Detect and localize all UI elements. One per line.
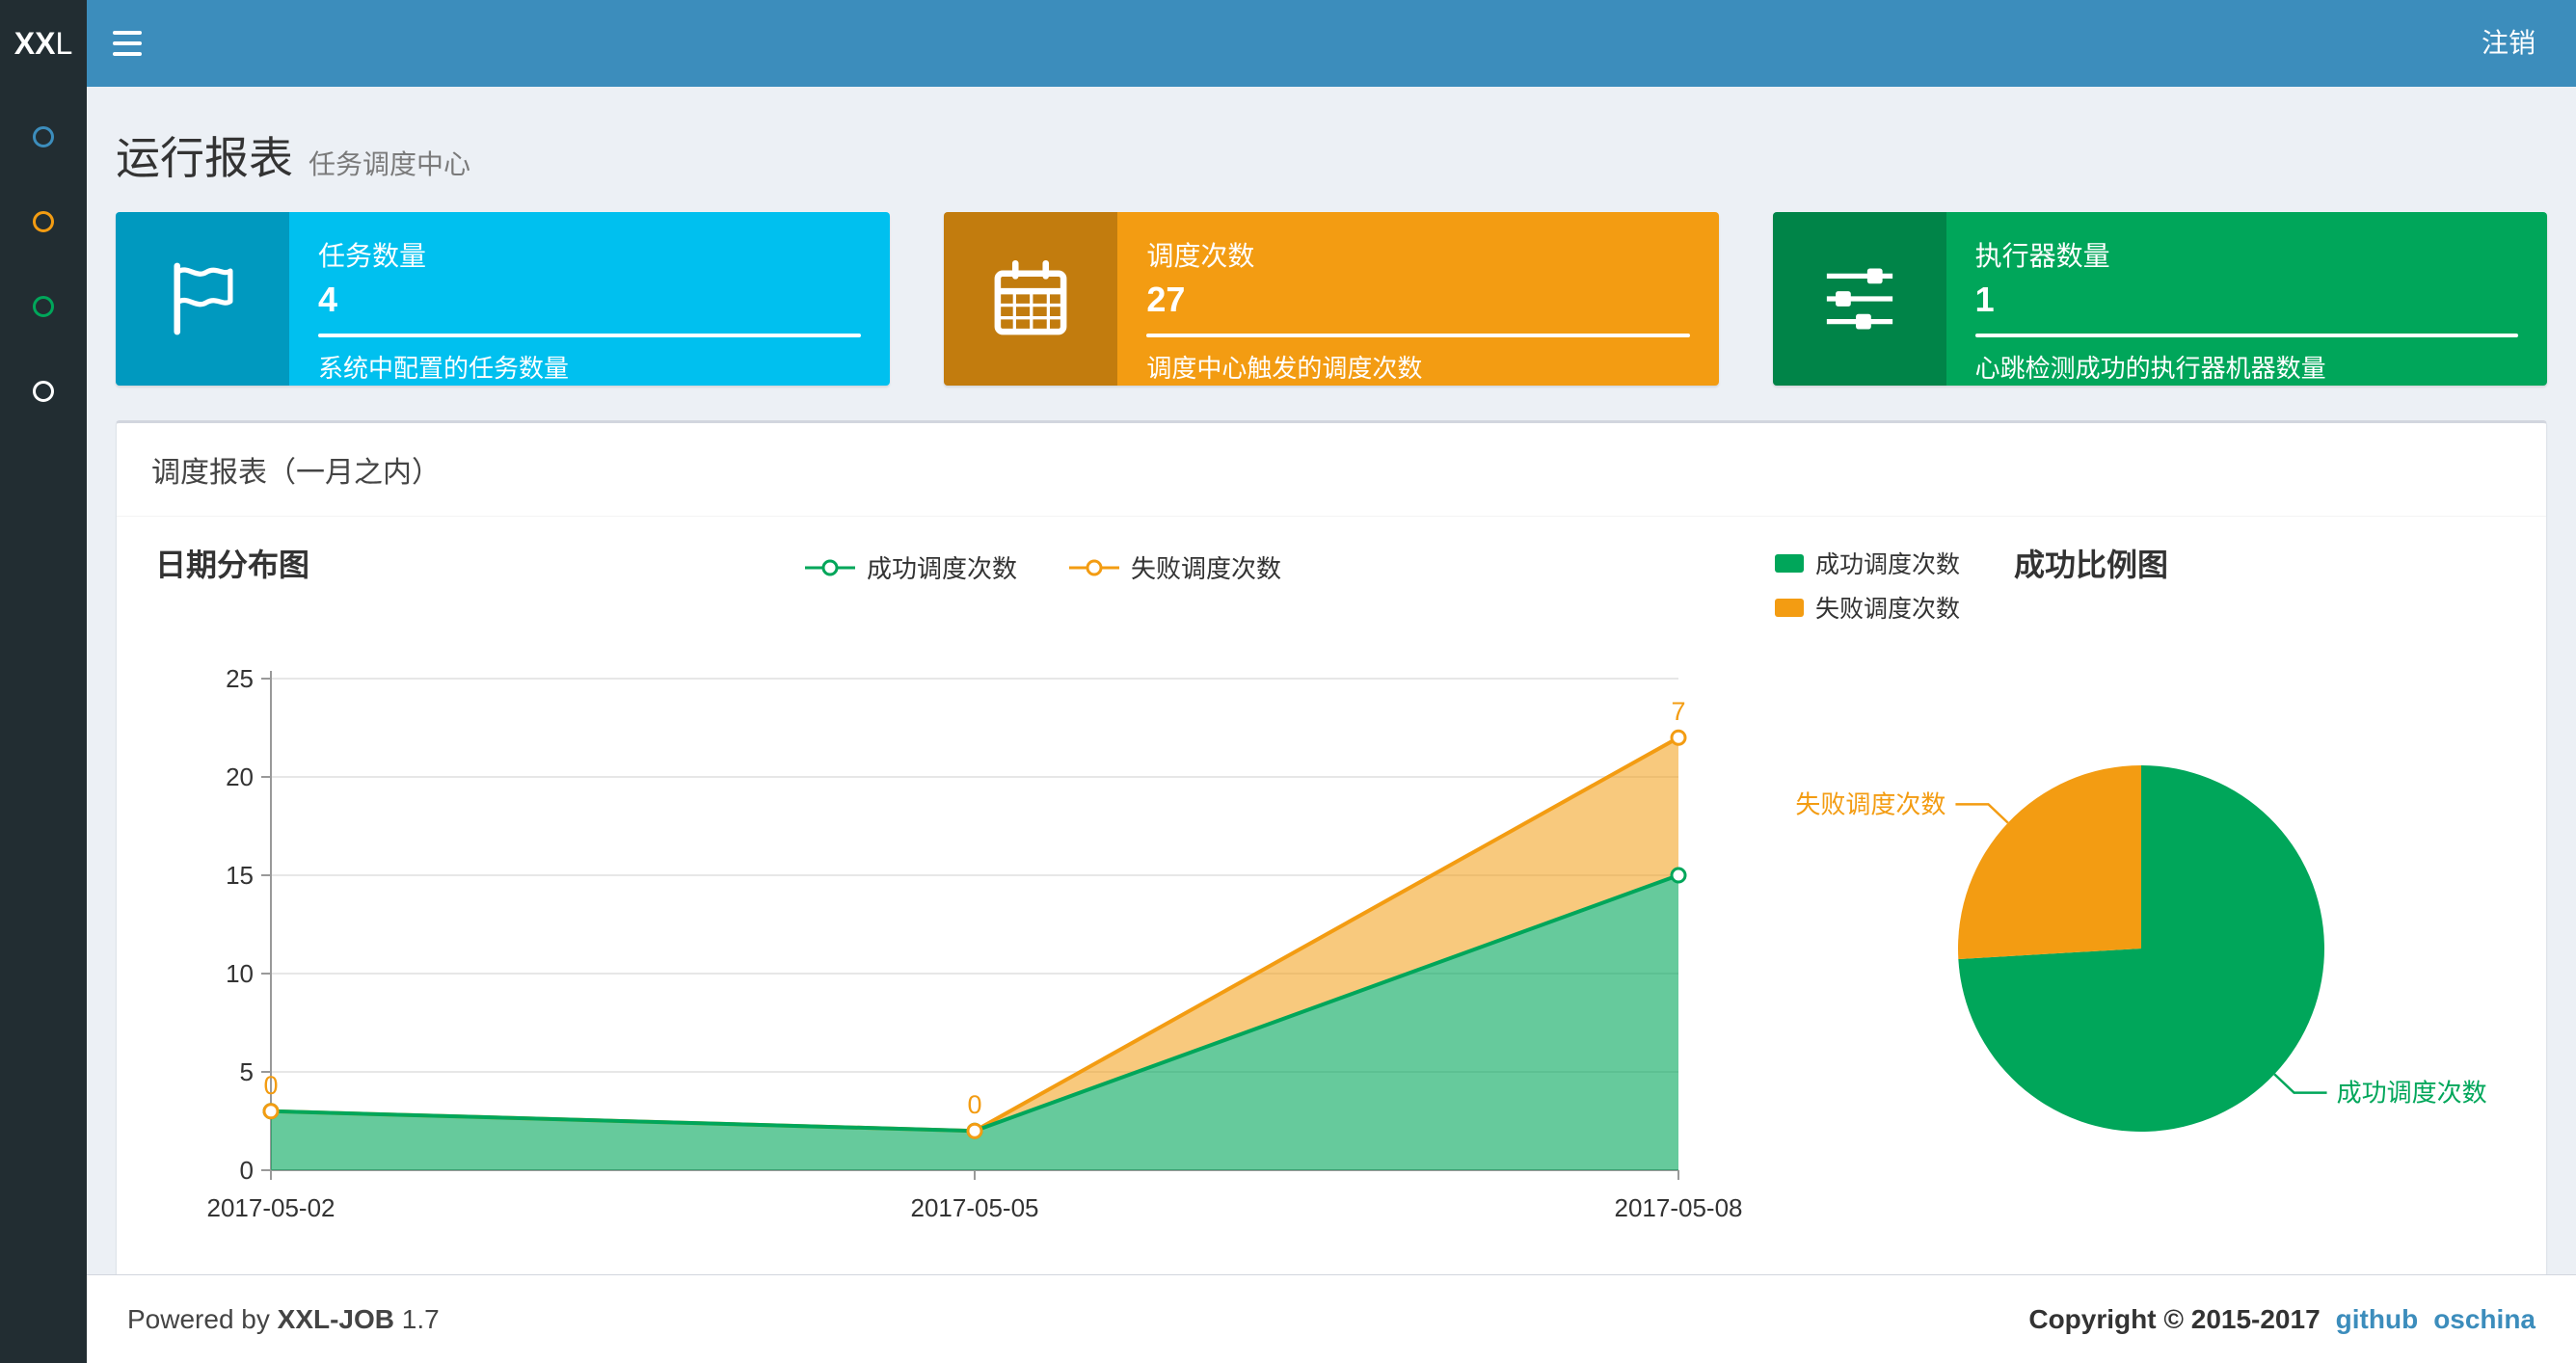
info-box-description: 系统中配置的任务数量 (318, 354, 570, 383)
svg-text:2017-05-02: 2017-05-02 (207, 1193, 335, 1222)
info-box-label: 调度次数 (1146, 241, 1255, 271)
line-legend-item[interactable]: 成功调度次数 (803, 549, 1017, 585)
pie-legend-item[interactable]: 失败调度次数 (1775, 590, 1960, 625)
flag-icon (116, 212, 289, 386)
logo-text-bold: XX (13, 25, 56, 61)
sidebar-item-2[interactable] (0, 179, 87, 264)
pie-chart: 成功调度次数 失败调度次数 (1795, 765, 2487, 1132)
circle-icon (33, 126, 54, 147)
sidebar-item-3[interactable] (0, 264, 87, 349)
hamburger-icon (113, 31, 142, 35)
pie-chart-title: 成功比例图 (2014, 548, 2169, 582)
pie-chart-legend: 成功调度次数 失败调度次数 (1775, 546, 1960, 625)
top-navbar: XX L 注销 (0, 0, 2576, 87)
logout-link[interactable]: 注销 (2441, 0, 2576, 87)
calendar-icon (944, 212, 1118, 386)
svg-text:25: 25 (226, 664, 254, 693)
svg-text:0: 0 (263, 1071, 278, 1100)
progress-bar (1974, 334, 2518, 337)
circle-icon (33, 381, 54, 402)
line-marker-icon (804, 559, 855, 575)
svg-text:0: 0 (240, 1156, 254, 1185)
svg-text:成功调度次数: 成功调度次数 (2337, 1079, 2487, 1108)
svg-text:15: 15 (226, 861, 254, 890)
app-name: XXL-JOB (277, 1303, 395, 1334)
svg-text:10: 10 (226, 959, 254, 988)
svg-text:7: 7 (1671, 697, 1685, 726)
date-distribution-chart-block: 日期分布图 成功调度次数 失败调度次数 0 5 10 15 20 25 2017-05-02 2… (155, 544, 1775, 1267)
main-content: 运行报表 任务调度中心 任务数量 4 系统中配置的任务数量 调度次数 27 调度… (87, 0, 2576, 1281)
info-box-description: 心跳检测成功的执行器机器数量 (1974, 354, 2326, 383)
circle-icon (33, 211, 54, 232)
success-ratio-chart-block: 成功调度次数 失败调度次数 成功比例图 成功调度次数 失败调度次数 (1775, 544, 2508, 1267)
copyright: Copyright © 2015-2017 (2028, 1303, 2321, 1334)
info-box-executors: 执行器数量 1 心跳检测成功的执行器机器数量 (1772, 212, 2547, 386)
progress-bar (1146, 334, 1690, 337)
info-box-triggers: 调度次数 27 调度中心触发的调度次数 (944, 212, 1719, 386)
legend-swatch-icon (1775, 598, 1804, 617)
info-box-value: 27 (1146, 280, 1186, 319)
line-legend-item[interactable]: 失败调度次数 (1067, 549, 1281, 585)
info-box-description: 调度中心触发的调度次数 (1146, 354, 1423, 383)
info-box-jobs: 任务数量 4 系统中配置的任务数量 (116, 212, 891, 386)
svg-text:0: 0 (967, 1090, 981, 1119)
info-box-value: 1 (1974, 280, 1995, 319)
info-box-label: 执行器数量 (1974, 241, 2110, 271)
app-version: 1.7 (401, 1303, 440, 1334)
line-marker-icon (1069, 559, 1119, 575)
sidebar-toggle-button[interactable] (87, 0, 168, 87)
sidebar (0, 87, 87, 1363)
page-title: 运行报表 任务调度中心 (116, 123, 2547, 187)
sidebar-item-4[interactable] (0, 349, 87, 434)
panel-title: 调度报表（一月之内） (117, 423, 2546, 517)
legend-swatch-icon (1775, 553, 1804, 573)
logo-text-light: L (55, 25, 73, 61)
sidebar-item-1[interactable] (0, 94, 87, 179)
line-chart-legend: 成功调度次数 失败调度次数 (309, 549, 1775, 585)
app-logo[interactable]: XX L (0, 0, 87, 87)
page-footer: Powered by XXL-JOB 1.7 Copyright © 2015-… (87, 1274, 2576, 1363)
line-chart: 05101520252017-05-02 2017-05-05 2017-05-08… (207, 664, 1743, 1222)
circle-icon (33, 296, 54, 317)
line-chart-title: 日期分布图 (155, 548, 310, 582)
github-link[interactable]: github (2336, 1304, 2419, 1335)
summary-boxes: 任务数量 4 系统中配置的任务数量 调度次数 27 调度中心触发的调度次数 执行… (87, 212, 2576, 386)
svg-text:5: 5 (240, 1057, 254, 1086)
svg-text:2017-05-05: 2017-05-05 (911, 1193, 1039, 1222)
page-subtitle: 任务调度中心 (309, 149, 471, 179)
info-box-value: 4 (318, 280, 338, 319)
powered-by: Powered by XXL-JOB 1.7 (127, 1303, 440, 1334)
svg-text:2017-05-08: 2017-05-08 (1615, 1193, 1743, 1222)
oschina-link[interactable]: oschina (2433, 1304, 2536, 1335)
sliders-icon (1772, 212, 1946, 386)
pie-legend-item[interactable]: 成功调度次数 (1775, 546, 1960, 580)
progress-bar (318, 334, 862, 337)
page-title-text: 运行报表 (116, 133, 293, 183)
svg-text:失败调度次数: 失败调度次数 (1795, 789, 1945, 818)
svg-text:20: 20 (226, 762, 254, 791)
info-box-label: 任务数量 (318, 241, 427, 271)
report-panel: 调度报表（一月之内） 日期分布图 成功调度次数 失败调度次数 0 5 10 15 20 25… (116, 420, 2547, 1281)
